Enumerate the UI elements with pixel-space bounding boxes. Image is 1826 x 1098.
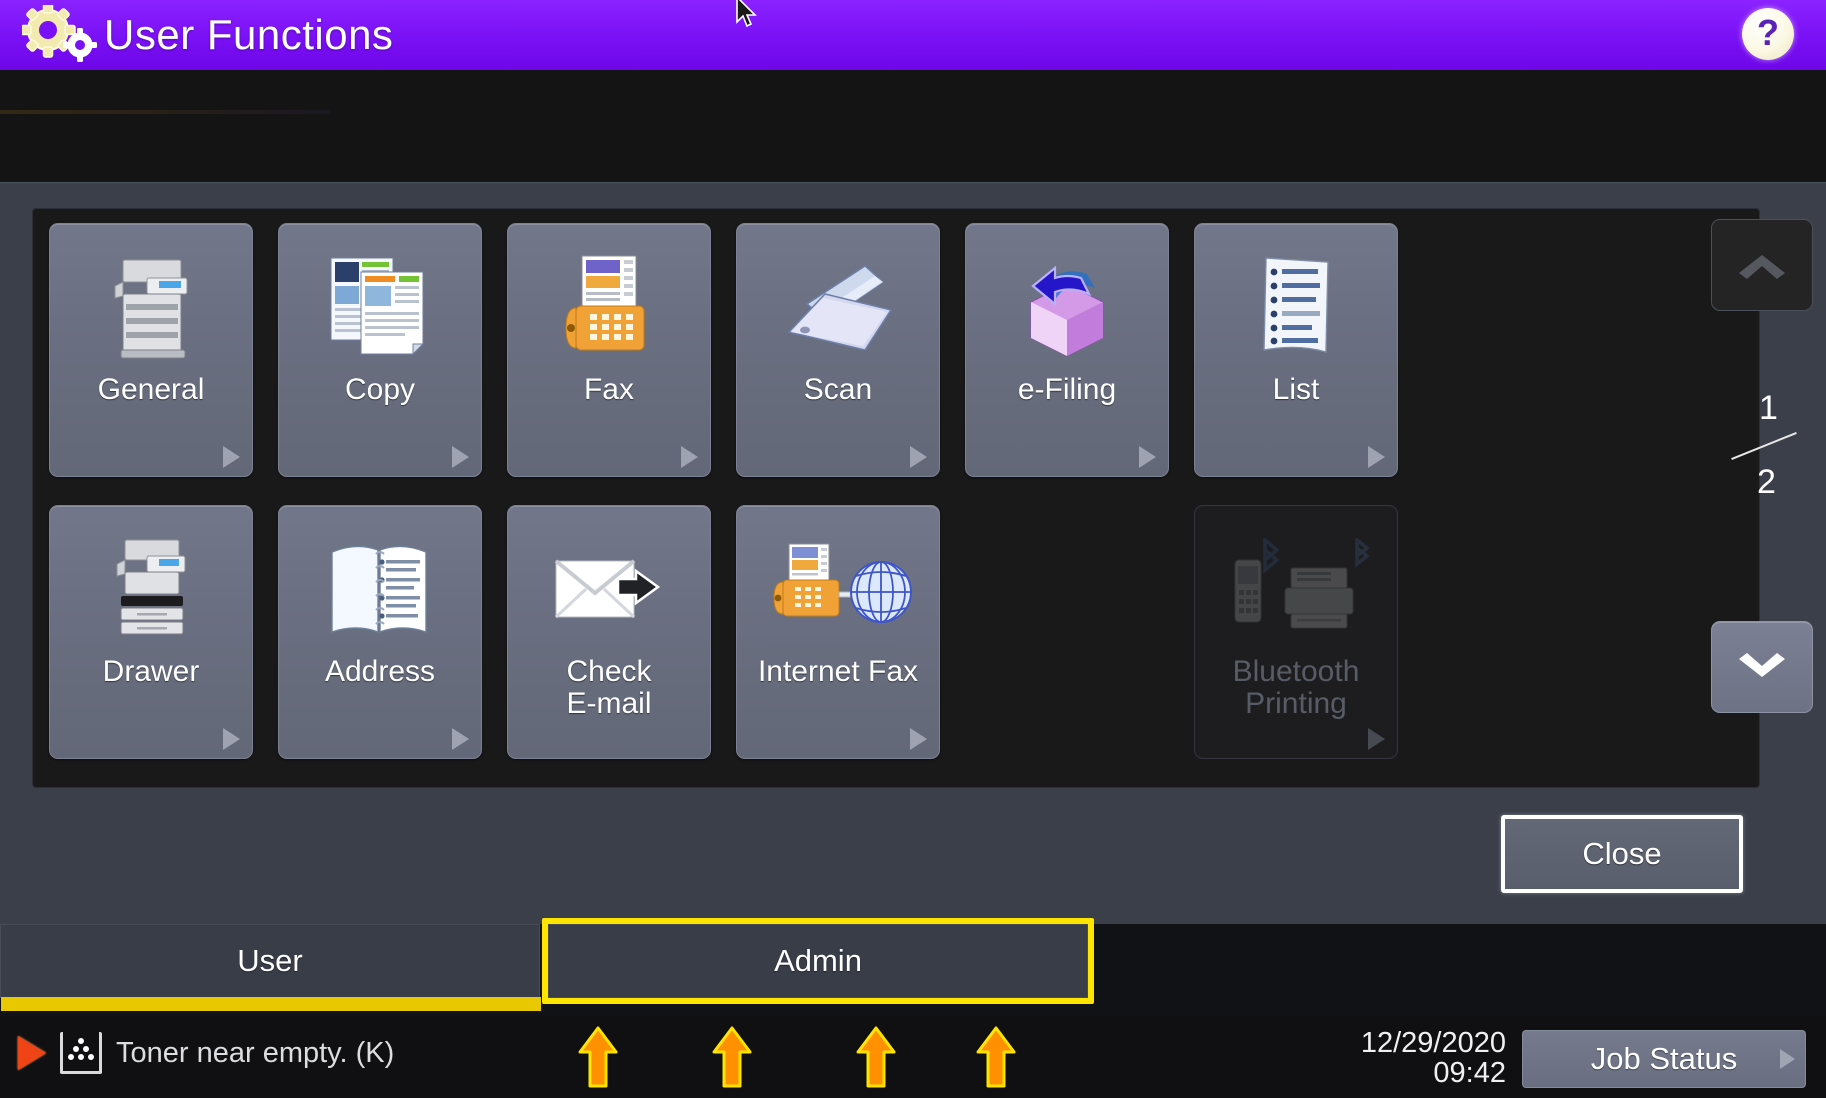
up-arrow-annotation xyxy=(974,1026,1018,1090)
drawer-printer-icon xyxy=(50,526,252,654)
title-bar: User Functions ? xyxy=(0,0,1826,70)
status-time: 09:42 xyxy=(1433,1057,1506,1090)
chevron-right-icon xyxy=(452,728,469,750)
close-button-label: Close xyxy=(1582,836,1662,871)
function-button-fax[interactable]: Fax xyxy=(507,223,711,477)
tab-user-label: User xyxy=(237,943,303,978)
bluetooth-print-icon xyxy=(1195,526,1397,654)
help-button[interactable]: ? xyxy=(1742,8,1794,60)
fax-machine-icon xyxy=(508,244,710,372)
function-button-bluetooth-printing: Bluetooth Printing xyxy=(1194,505,1398,759)
help-icon: ? xyxy=(1757,12,1779,53)
function-button-label: General xyxy=(97,373,205,406)
status-date: 12/29/2020 xyxy=(1360,1027,1506,1059)
header-spacer xyxy=(0,70,1826,182)
chevron-right-icon xyxy=(910,728,927,750)
up-arrow-annotation xyxy=(576,1026,620,1090)
function-button-label: Address xyxy=(324,655,436,688)
toner-icon xyxy=(60,1032,102,1074)
function-button-check-email[interactable]: Check E-mail xyxy=(507,505,711,759)
chevron-right-icon xyxy=(452,446,469,468)
page-title: User Functions xyxy=(104,11,394,58)
copy-documents-icon xyxy=(279,244,481,372)
chevron-right-icon xyxy=(1780,1049,1795,1069)
efiling-box-icon xyxy=(966,244,1168,372)
scanner-icon xyxy=(737,244,939,372)
function-button-address[interactable]: Address xyxy=(278,505,482,759)
function-button-general[interactable]: General xyxy=(49,223,253,477)
total-pages: 2 xyxy=(1757,463,1776,501)
function-button-grid: General Copy Fax Scan e-Filing List Draw… xyxy=(49,223,1689,775)
function-button-label: e-Filing xyxy=(1017,373,1117,406)
tab-user[interactable]: User xyxy=(0,924,541,1011)
function-button-scan[interactable]: Scan xyxy=(736,223,940,477)
tab-active-underline xyxy=(1,997,541,1011)
function-button-drawer[interactable]: Drawer xyxy=(49,505,253,759)
job-status-label: Job Status xyxy=(1590,1041,1738,1076)
function-button-label: Internet Fax xyxy=(757,655,919,688)
datetime-display: 12/29/2020 09:42 xyxy=(1361,1028,1506,1089)
envelope-check-icon xyxy=(508,526,710,654)
chevron-right-icon xyxy=(223,446,240,468)
chevron-right-icon xyxy=(1139,446,1156,468)
chevron-up-icon xyxy=(1739,255,1785,279)
tab-admin-highlight xyxy=(542,918,1094,1004)
function-button-label: Drawer xyxy=(102,655,200,688)
chevron-right-icon xyxy=(1368,728,1385,750)
chevron-down-icon xyxy=(1739,653,1785,677)
status-message-group: Toner near empty. (K) xyxy=(18,1032,394,1074)
scroll-down-button[interactable] xyxy=(1711,621,1813,713)
list-document-icon xyxy=(1195,244,1397,372)
function-button-internet-fax[interactable]: Internet Fax xyxy=(736,505,940,759)
gears-icon xyxy=(20,2,108,65)
function-button-label: List xyxy=(1272,373,1320,406)
function-panel: General Copy Fax Scan e-Filing List Draw… xyxy=(0,182,1826,809)
internet-fax-icon xyxy=(737,526,939,654)
status-message: Toner near empty. (K) xyxy=(116,1036,395,1069)
status-bar: Toner near empty. (K) 12/29/2020 09:42 J… xyxy=(0,1016,1826,1098)
chevron-right-icon xyxy=(1368,446,1385,468)
chevron-right-icon xyxy=(910,446,927,468)
pager: 1 2 xyxy=(1701,219,1826,775)
page-indicator: 1 2 xyxy=(1701,391,1823,531)
function-button-label: Check E-mail xyxy=(566,655,652,721)
chevron-right-icon xyxy=(681,446,698,468)
function-panel-inner: General Copy Fax Scan e-Filing List Draw… xyxy=(32,208,1813,788)
play-triangle-icon xyxy=(18,1036,46,1070)
function-button-label: Fax xyxy=(583,373,634,406)
function-button-list[interactable]: List xyxy=(1194,223,1398,477)
job-status-button[interactable]: Job Status xyxy=(1522,1030,1806,1088)
function-button-label: Copy xyxy=(344,373,416,406)
printer-touch-panel: User Functions ? General Copy Fax Scan e… xyxy=(0,0,1826,1098)
chevron-right-icon xyxy=(223,728,240,750)
mfp-printer-icon xyxy=(50,244,252,372)
up-arrow-annotation xyxy=(854,1026,898,1090)
address-book-icon xyxy=(279,526,481,654)
close-button[interactable]: Close xyxy=(1501,815,1743,893)
page-separator xyxy=(1731,431,1797,461)
current-page: 1 xyxy=(1759,389,1778,427)
scroll-up-button[interactable] xyxy=(1711,219,1813,311)
function-button-label: Scan xyxy=(803,373,873,406)
function-button-efiling[interactable]: e-Filing xyxy=(965,223,1169,477)
tab-bar: User Admin xyxy=(0,918,1826,1016)
up-arrow-annotation xyxy=(710,1026,754,1090)
function-button-copy[interactable]: Copy xyxy=(278,223,482,477)
function-button-label: Bluetooth Printing xyxy=(1232,655,1360,721)
